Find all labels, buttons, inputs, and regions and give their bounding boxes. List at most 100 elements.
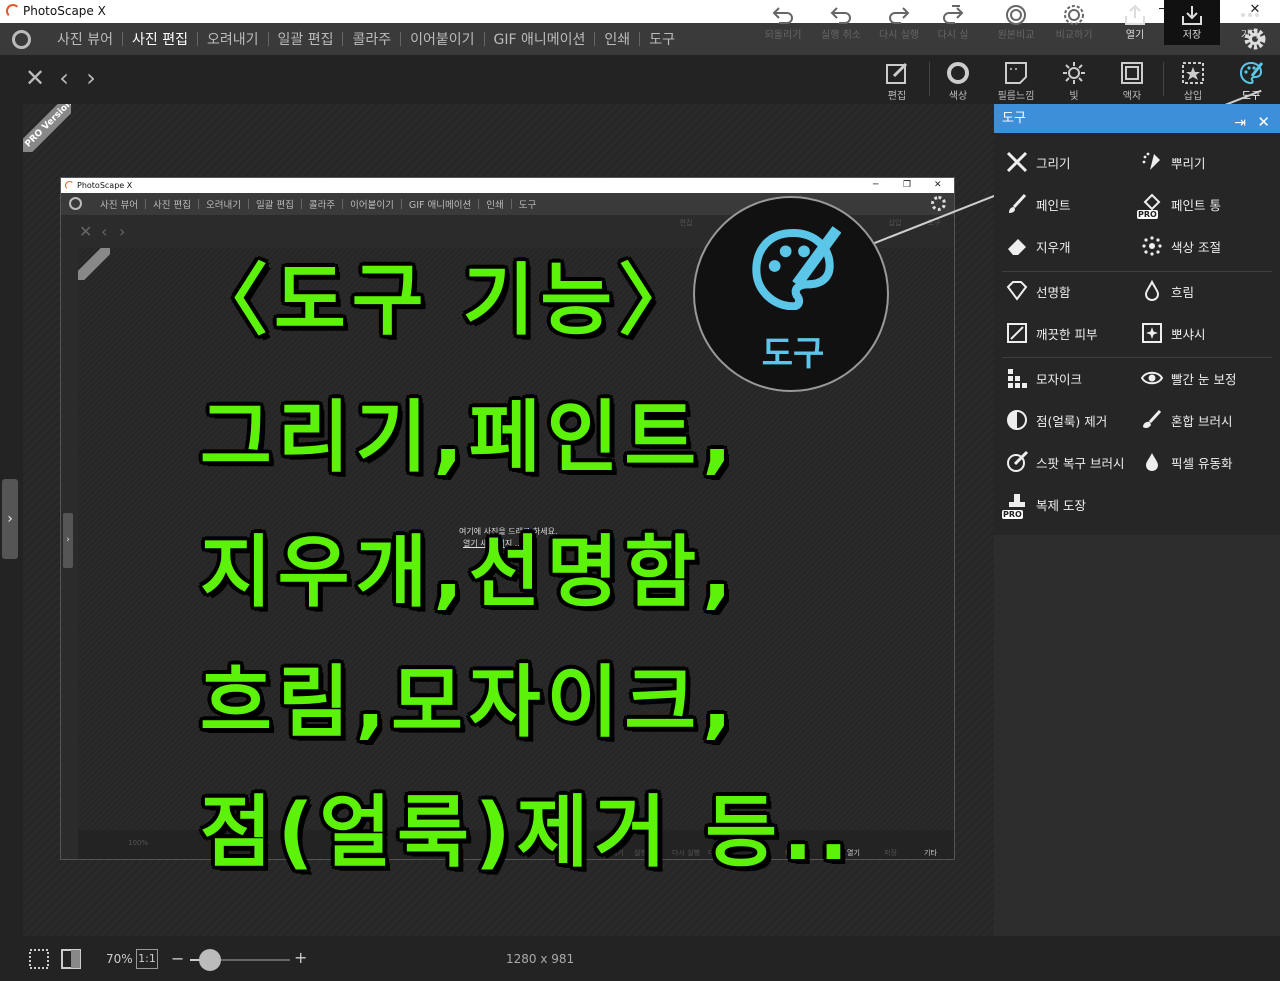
tool-clean-skin-label: 깨끗한 피부: [1036, 326, 1098, 342]
tool-spot-heal[interactable]: 스팟 복구 브러시: [1004, 447, 1124, 477]
inner-close-icon-nav: ✕: [79, 222, 93, 241]
inner-window-title: PhotoScape X: [77, 181, 133, 190]
overlay-line-5: 점(얼룩)제거 등..: [200, 788, 855, 878]
more-button[interactable]: 기타: [1222, 0, 1278, 45]
tab-edit[interactable]: 편집: [869, 58, 925, 102]
redo-all-icon: [943, 5, 964, 24]
inner-menu-item-2: 오려내기: [205, 200, 241, 211]
menu-item-6[interactable]: GIF 애니메이션: [485, 29, 595, 49]
tool-red-eye[interactable]: 빨간 눈 보정: [1139, 363, 1236, 393]
tool-paint-bucket[interactable]: PRO 페인트 통: [1137, 189, 1221, 219]
tab-insert[interactable]: 삽입: [1165, 58, 1221, 102]
menu-item-4[interactable]: 콜라주: [343, 29, 400, 49]
compare-original-label: 원본비교: [997, 30, 1035, 41]
tab-light[interactable]: 빛: [1046, 58, 1102, 102]
tool-sharpen[interactable]: 선명함: [1004, 276, 1071, 306]
window-title: PhotoScape X: [23, 4, 106, 18]
tool-clean-skin[interactable]: 깨끗한 피부: [1004, 318, 1097, 348]
more-label: 기타: [1240, 30, 1260, 41]
spot-remove-icon: [1004, 407, 1030, 433]
mix-brush-icon: [1139, 407, 1165, 433]
compare-button[interactable]: 비교하기: [1046, 0, 1102, 45]
tool-mix-brush[interactable]: 혼합 브러시: [1139, 405, 1232, 435]
redo-all-button[interactable]: 다시 실: [928, 0, 978, 45]
tool-liquify[interactable]: 픽셀 유동화: [1139, 447, 1232, 477]
pro-tag: PRO: [1137, 210, 1158, 219]
tab-color[interactable]: 색상: [930, 58, 986, 102]
inner-tab-insert: 삽입: [888, 219, 902, 227]
tool-draw[interactable]: 그리기: [1004, 147, 1071, 177]
inner-close-icon: ✕: [934, 180, 942, 190]
menu-item-1[interactable]: 사진 편집: [123, 29, 197, 49]
next-photo-button[interactable]: ›: [77, 64, 105, 92]
tool-color-adjust[interactable]: 색상 조절: [1139, 231, 1221, 261]
selection-icon[interactable]: [28, 948, 50, 970]
inner-menu-item-4: 콜라주: [308, 200, 336, 211]
inner-zoom-label: 100%: [128, 839, 149, 847]
tool-mix-brush-label: 혼합 브러시: [1171, 413, 1233, 429]
tool-clone-stamp[interactable]: PRO 복제 도장: [1002, 489, 1086, 519]
redo-button[interactable]: 다시 실행: [872, 0, 926, 45]
tool-color-adjust-label: 색상 조절: [1171, 239, 1221, 255]
tool-mosaic[interactable]: 모자이크: [1004, 363, 1082, 393]
menu-item-5[interactable]: 이어붙이기: [401, 29, 483, 49]
tool-eraser[interactable]: 지우개: [1004, 231, 1071, 261]
inner-app-logo-icon: [65, 181, 74, 190]
insert-star-icon: [1182, 62, 1204, 84]
inner-minimize-icon: ─: [873, 180, 879, 190]
revert-button[interactable]: 되돌리기: [756, 0, 810, 45]
undo-button[interactable]: 실행 취소: [814, 0, 868, 45]
tool-red-eye-label: 빨간 눈 보정: [1171, 371, 1237, 387]
palette-icon: [1239, 61, 1264, 85]
zoom-callout-label: 도구: [761, 334, 825, 374]
compare-original-button[interactable]: 원본비교: [988, 0, 1044, 45]
tool-draw-label: 그리기: [1036, 155, 1071, 171]
menu-item-0[interactable]: 사진 뷰어: [48, 29, 122, 49]
actual-size-button[interactable]: 1:1: [136, 949, 158, 969]
sparkle-icon: [1139, 320, 1165, 346]
inner-pro-badge: [78, 248, 110, 280]
menu-item-7[interactable]: 인쇄: [595, 29, 639, 49]
tool-glow[interactable]: 뽀샤시: [1139, 318, 1206, 348]
open-button[interactable]: 열기: [1108, 0, 1162, 45]
save-button[interactable]: 저장: [1164, 0, 1220, 45]
menu-item-3[interactable]: 일괄 편집: [269, 29, 343, 49]
tab-frame[interactable]: 액자: [1104, 58, 1160, 102]
tool-spray-label: 뿌리기: [1171, 155, 1206, 171]
tool-spot-remove[interactable]: 점(얼룩) 제거: [1004, 405, 1107, 435]
tool-spray[interactable]: 뿌리기: [1139, 147, 1206, 177]
tool-blur[interactable]: 흐림: [1139, 276, 1194, 306]
close-photo-button[interactable]: ✕: [21, 64, 49, 92]
tab-film-label: 필름느낌: [997, 91, 1035, 102]
drop-outline-icon: [1139, 278, 1165, 304]
spot-heal-icon: [1004, 449, 1030, 475]
zoom-in-button[interactable]: +: [294, 948, 307, 967]
home-logo-icon[interactable]: [12, 30, 31, 49]
tool-paint-bucket-label: 페인트 통: [1171, 197, 1221, 213]
inner-menu-item-1: 사진 편집: [152, 200, 191, 211]
eye-icon: [1139, 365, 1165, 391]
tab-film[interactable]: 필름느낌: [988, 58, 1044, 102]
paint-bucket-icon: PRO: [1137, 191, 1165, 219]
zoom-slider-knob[interactable]: [199, 949, 221, 971]
zoom-out-button[interactable]: −: [171, 949, 184, 968]
inner-menu-item-8: 도구: [518, 200, 537, 211]
inner-prev-icon: ‹: [101, 222, 108, 241]
menu-item-8[interactable]: 도구: [640, 29, 684, 49]
tool-blur-label: 흐림: [1171, 284, 1195, 300]
inner-tab-edit: 편집: [679, 219, 693, 227]
left-panel-toggle[interactable]: ›: [2, 479, 18, 559]
open-icon: [1125, 4, 1145, 25]
tools-list: 그리기 뿌리기 페인트 PRO 페인트 통 지우개 색상 조절 선명함 흐림 깨…: [994, 133, 1280, 535]
inner-titlebar: PhotoScape X ─ ❐ ✕: [61, 178, 954, 193]
prev-photo-button[interactable]: ‹: [50, 64, 78, 92]
tools-panel-title: 도구: [1002, 111, 1026, 126]
redo-all-label: 다시 실: [937, 30, 969, 41]
tool-paint[interactable]: 페인트: [1004, 189, 1071, 219]
inner-menu-item-5: 이어붙이기: [350, 200, 394, 211]
compare-split-icon[interactable]: [60, 948, 82, 970]
menu-item-2[interactable]: 오려내기: [198, 29, 268, 49]
tab-color-label: 색상: [948, 91, 968, 102]
zoom-percent[interactable]: 70%: [106, 952, 133, 966]
redo-icon: [889, 7, 910, 24]
